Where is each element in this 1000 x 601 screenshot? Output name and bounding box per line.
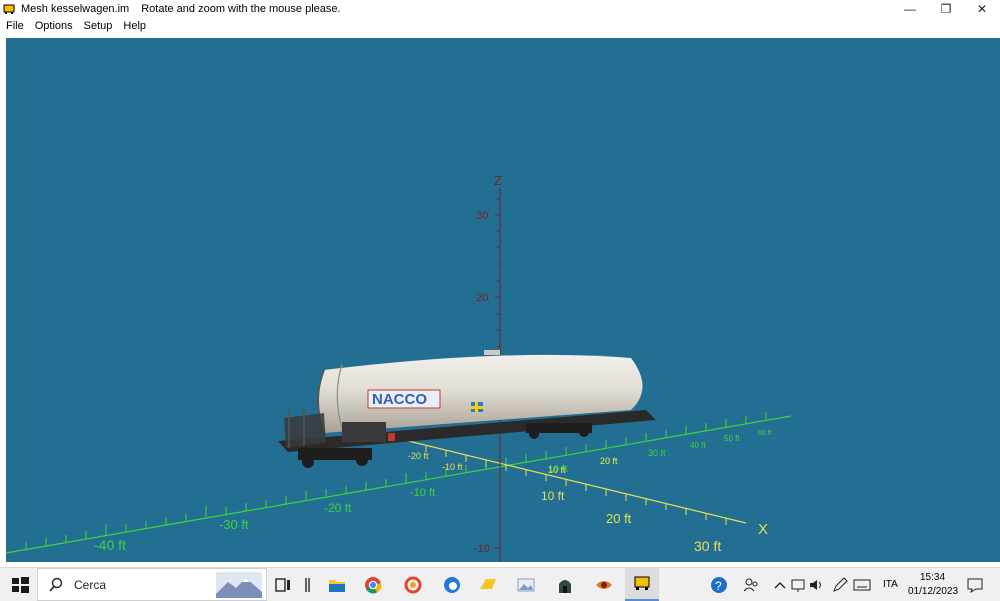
windows-start-icon[interactable] xyxy=(10,575,30,595)
volume-icon[interactable] xyxy=(807,575,827,595)
drive-folder-icon[interactable] xyxy=(478,575,498,595)
z-tick-label: -10 xyxy=(474,543,490,555)
app-icon xyxy=(3,4,15,14)
y-axis-labels: -40 ft -30 ft -20 ft -10 ft 10 ft 20 ft … xyxy=(94,430,772,553)
window-title: Mesh kesselwagen.im xyxy=(21,2,130,15)
z-tick-label: 30 xyxy=(476,210,488,222)
minimize-button[interactable]: — xyxy=(892,0,928,17)
divider-icon xyxy=(305,578,310,592)
file-explorer-icon[interactable] xyxy=(327,575,347,595)
menu-file[interactable]: File xyxy=(0,20,29,32)
menu-setup[interactable]: Setup xyxy=(78,20,118,32)
notifications-icon[interactable] xyxy=(965,575,985,595)
y-tick-label: 60 ft xyxy=(758,430,772,437)
close-icon: ✕ xyxy=(976,1,988,16)
x-tick-label: 30 ft xyxy=(694,538,721,554)
network-icon[interactable] xyxy=(789,575,809,595)
menu-options[interactable]: Options xyxy=(29,20,78,32)
tank-wagon-model[interactable]: NACCO xyxy=(278,350,656,468)
y-tick-label: 50 ft xyxy=(724,434,740,443)
window-controls: — ❐ ✕ xyxy=(892,0,1000,17)
title-bar: Mesh kesselwagen.im Rotate and zoom with… xyxy=(0,0,1000,17)
x-tick-label: 20 ft xyxy=(606,511,632,526)
eye-app-icon[interactable] xyxy=(594,575,614,595)
x-axis-labels: 10 ft 20 ft 30 ft X -20 ft -10 ft 10 ft … xyxy=(408,451,768,554)
game-app-icon[interactable] xyxy=(555,575,575,595)
x-tick-label: 20 ft xyxy=(600,456,618,466)
task-view-icon[interactable] xyxy=(273,575,293,595)
keyboard-icon[interactable] xyxy=(852,575,872,595)
mountain-widget-icon xyxy=(216,571,262,598)
search-input[interactable]: Cerca xyxy=(74,578,106,592)
close-button[interactable]: ✕ xyxy=(964,0,1000,17)
y-tick-label: -40 ft xyxy=(94,537,126,553)
x-axis-label: X xyxy=(758,521,768,538)
chrome-icon[interactable] xyxy=(363,575,383,595)
taskbar: Cerca ? ITA 15:34 01/12/2023 xyxy=(0,567,1000,601)
photos-icon[interactable] xyxy=(516,575,536,595)
people-icon[interactable] xyxy=(741,575,761,595)
brand-text: NACCO xyxy=(372,391,427,408)
minimize-icon: — xyxy=(904,1,916,16)
search-icon xyxy=(49,577,63,592)
language-indicator[interactable]: ITA xyxy=(883,579,898,590)
z-axis-label: Z xyxy=(494,173,502,188)
svg-text:?: ? xyxy=(715,579,722,593)
x-axis-orange xyxy=(395,437,747,525)
3d-viewport[interactable]: -40 ft -30 ft -20 ft -10 ft 10 ft 20 ft … xyxy=(6,38,1000,562)
help-icon[interactable]: ? xyxy=(709,575,729,595)
mesh-viewer-icon xyxy=(634,576,650,590)
scene: -40 ft -30 ft -20 ft -10 ft 10 ft 20 ft … xyxy=(6,173,792,562)
window-subtitle: Rotate and zoom with the mouse please. xyxy=(141,2,341,15)
menu-help[interactable]: Help xyxy=(117,20,151,32)
y-tick-label: 30 ft xyxy=(648,448,666,458)
x-tick-label: -10 ft xyxy=(442,462,463,472)
y-tick-label: 40 ft xyxy=(690,441,706,450)
restore-button[interactable]: ❐ xyxy=(928,0,964,17)
clock-time[interactable]: 15:34 xyxy=(920,572,945,583)
pen-icon[interactable] xyxy=(830,575,850,595)
y-tick-label: -20 ft xyxy=(324,501,352,515)
active-app-slot[interactable] xyxy=(625,568,659,601)
x-tick-label: 10 ft xyxy=(548,465,566,475)
chevron-up-icon[interactable] xyxy=(770,575,790,595)
edge-icon[interactable] xyxy=(442,575,462,595)
y-tick-label: -10 ft xyxy=(410,487,435,499)
x-tick-label: 10 ft xyxy=(541,489,565,503)
app-swirl-icon[interactable] xyxy=(403,575,423,595)
x-tick-label: -20 ft xyxy=(408,451,429,461)
z-tick-label: 20 xyxy=(476,292,488,304)
clock-date[interactable]: 01/12/2023 xyxy=(908,586,958,597)
restore-icon: ❐ xyxy=(940,1,952,16)
menu-bar: File Options Setup Help xyxy=(0,17,1000,35)
y-tick-label: -30 ft xyxy=(219,517,249,532)
x-axis-line xyxy=(395,437,747,524)
search-box[interactable]: Cerca xyxy=(37,568,267,601)
